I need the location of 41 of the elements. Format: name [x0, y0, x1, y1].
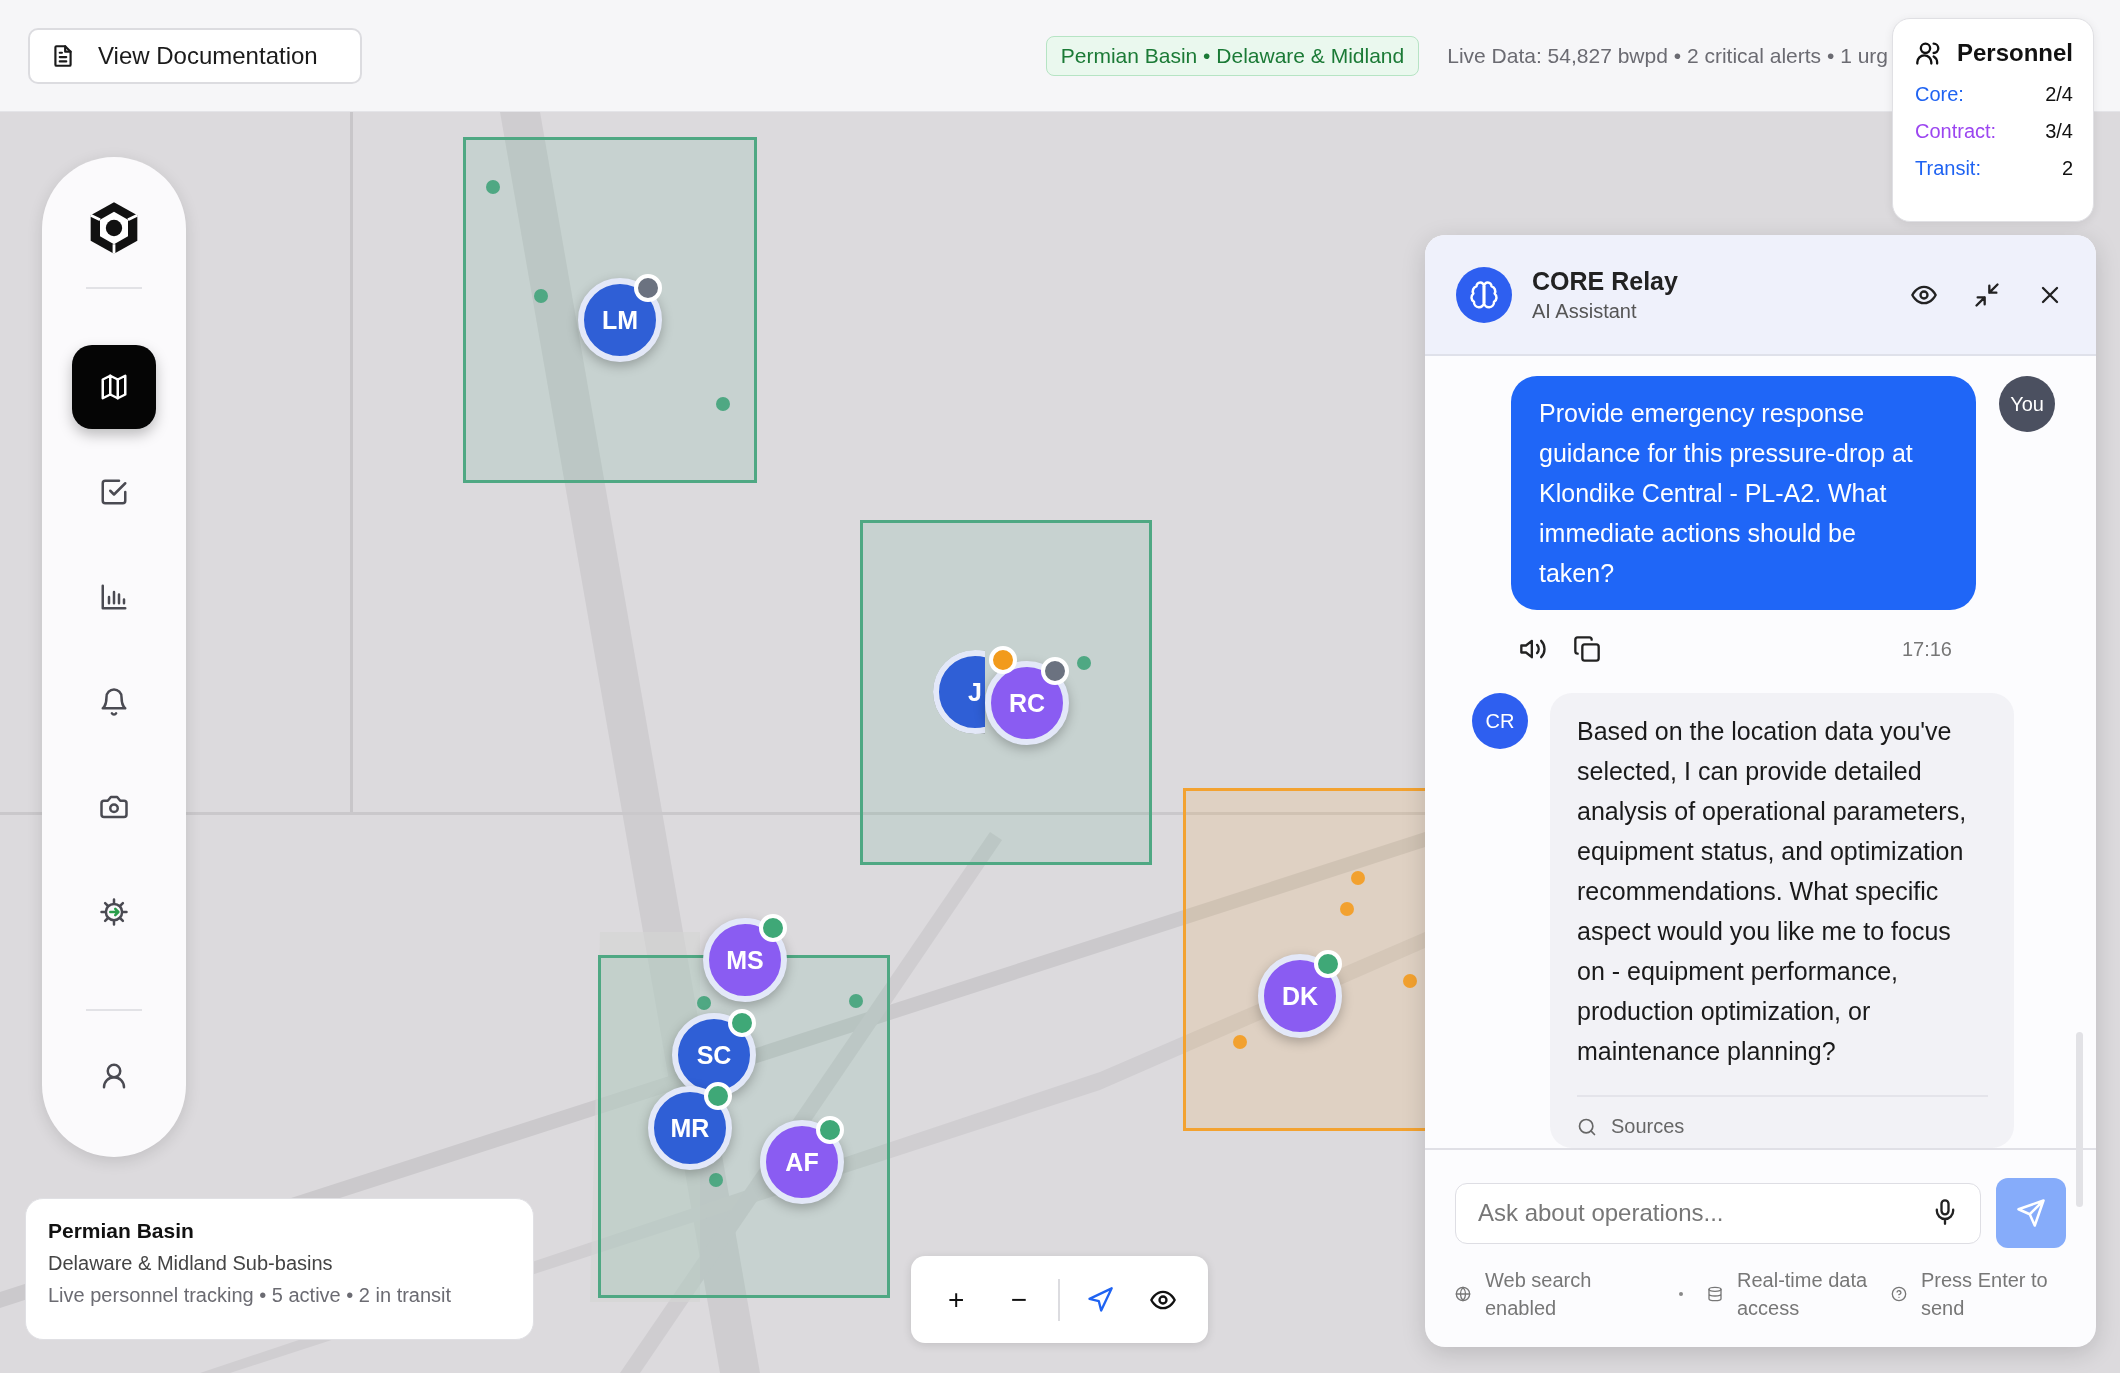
navigation-arrow-icon[interactable]: [1086, 1285, 1115, 1314]
hint-text: Real-time data access: [1737, 1268, 1869, 1321]
sources-button[interactable]: Sources: [1577, 1097, 1685, 1138]
zoom-out-button[interactable]: −: [995, 1276, 1042, 1323]
stat-label: Transit:: [1915, 157, 1981, 180]
map-button[interactable]: [72, 345, 156, 429]
message-text: Based on the location data you've selected, I can provide detailed analysis of operational parameters, equipment status, and optimization recommendations. What specific aspect would you like me to focus on - equipment performance, production optimization, or maintenance planning?: [1577, 711, 1988, 1097]
message-time: 17:16: [1901, 637, 1952, 661]
card-status: Live personnel tracking • 5 active • 2 in transit: [48, 1284, 453, 1307]
copy-button[interactable]: [1572, 634, 1602, 664]
globe-icon: [1455, 1286, 1471, 1302]
stat-value: 3/4: [2045, 120, 2073, 143]
search-icon[interactable]: [1577, 1116, 1597, 1137]
user-message: Provide emergency response guidance for this pressure-drop at Klondike Central - PL-A2. What immediate actions should be taken?: [1511, 376, 1976, 610]
stat-label: Contract:: [1915, 120, 1997, 143]
zoom-in-button[interactable]: +: [933, 1276, 980, 1323]
send-icon: [2016, 1198, 2046, 1228]
documentation-button[interactable]: View Documentation: [28, 27, 362, 84]
stat-value: 2: [2061, 157, 2073, 180]
help-icon: [1891, 1286, 1907, 1302]
bar-chart-icon[interactable]: [99, 582, 129, 612]
card-title: Permian Basin: [48, 1219, 195, 1243]
user-avatar: You: [1999, 376, 2055, 432]
database-icon: [1707, 1286, 1723, 1302]
minimize-icon[interactable]: [1973, 280, 2001, 309]
bell-icon[interactable]: [99, 687, 129, 717]
panel-title: CORE Relay: [1532, 266, 1679, 296]
hint-text: Press Enter to send: [1921, 1268, 2049, 1321]
hint-text: Web search enabled: [1485, 1268, 1593, 1321]
map-icon[interactable]: [99, 372, 129, 402]
assistant-avatar: CR: [1472, 693, 1528, 749]
stat-value: 2/4: [2045, 83, 2073, 106]
live-status: Live Data: 54,827 bwpd • 2 critical alerts • 1 urg: [1447, 43, 1888, 68]
panel-subtitle: AI Assistant: [1532, 299, 1638, 323]
card-title: Personnel: [1956, 39, 2073, 67]
checkbox-icon[interactable]: [99, 477, 129, 507]
stat-label: Core:: [1915, 83, 1964, 106]
scrollbar-thumb[interactable]: [2076, 1032, 2083, 1207]
settings-icon[interactable]: [99, 897, 129, 927]
card-subtitle: Delaware & Midland Sub-basins: [48, 1252, 334, 1275]
region-badge: Permian Basin • Delaware & Midland: [1045, 35, 1420, 76]
